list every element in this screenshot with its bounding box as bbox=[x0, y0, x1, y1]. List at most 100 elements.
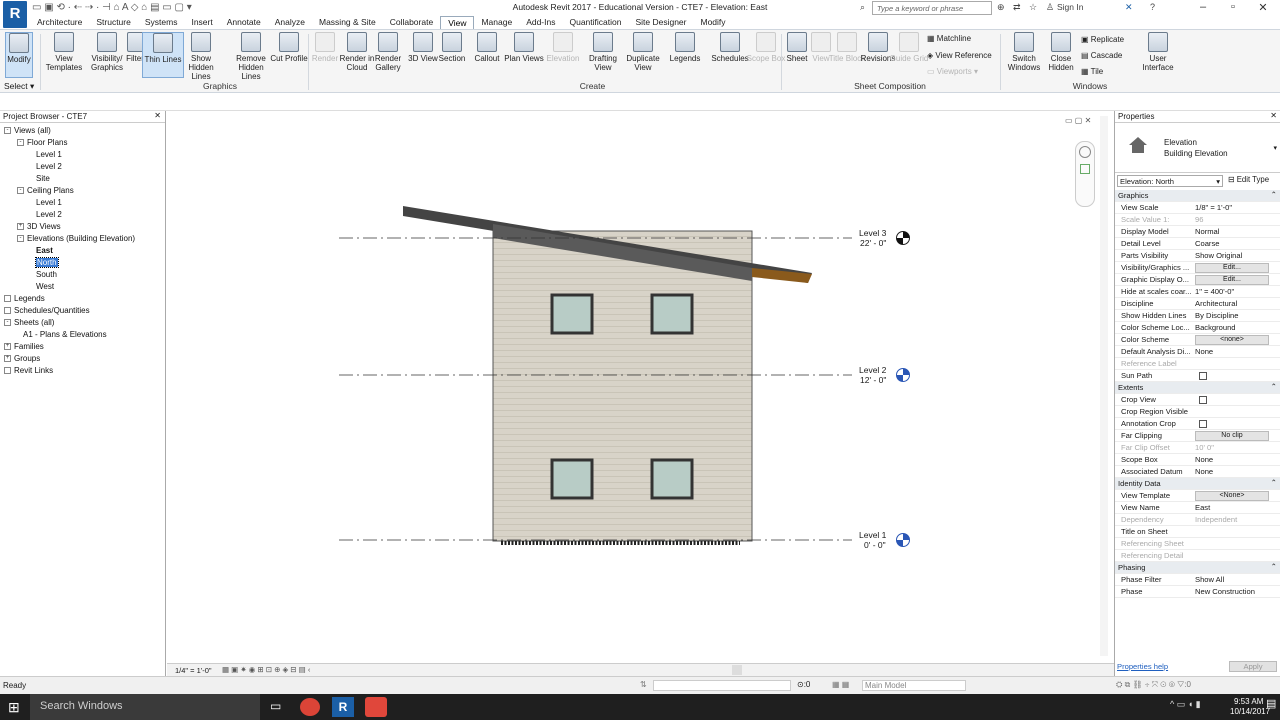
property-row-view-name[interactable]: View Name East bbox=[1115, 502, 1280, 514]
close-hidden-button[interactable]: Close Hidden bbox=[1040, 32, 1082, 78]
vertical-scrollbar[interactable] bbox=[1100, 116, 1108, 656]
star-icon[interactable]: ☆ bbox=[1029, 2, 1037, 13]
guide-grid-button[interactable]: Guide Grid bbox=[888, 32, 930, 78]
property-row-crop-view[interactable]: Crop View bbox=[1115, 394, 1280, 406]
app-taskbar-icon[interactable] bbox=[365, 697, 387, 717]
property-row-far-clip-offset[interactable]: Far Clip Offset 10' 0" bbox=[1115, 442, 1280, 454]
property-value[interactable]: Independent bbox=[1195, 515, 1237, 524]
property-row-referencing-sheet[interactable]: Referencing Sheet bbox=[1115, 538, 1280, 550]
property-row-sun-path[interactable]: Sun Path bbox=[1115, 370, 1280, 382]
search-icon[interactable]: ⌕ bbox=[860, 2, 865, 13]
tab-structure[interactable]: Structure bbox=[89, 16, 138, 29]
property-row-scope-box[interactable]: Scope Box None bbox=[1115, 454, 1280, 466]
level-1-name[interactable]: Level 1 bbox=[859, 530, 886, 540]
tab-manage[interactable]: Manage bbox=[474, 16, 519, 29]
property-row-default-analysis-di[interactable]: Default Analysis Di... None bbox=[1115, 346, 1280, 358]
collapse-icon[interactable]: ⌃ bbox=[1271, 478, 1277, 487]
chevron-down-icon[interactable]: ▾ bbox=[1273, 144, 1277, 152]
notification-icon[interactable]: ▤ bbox=[1266, 697, 1276, 710]
property-row-title-on-sheet[interactable]: Title on Sheet bbox=[1115, 526, 1280, 538]
instance-filter-dropdown[interactable]: Elevation: North ▾ bbox=[1117, 175, 1223, 187]
property-value[interactable]: 96 bbox=[1195, 215, 1203, 224]
matchline-button[interactable]: ▦ Matchline bbox=[927, 34, 971, 43]
property-group-graphics[interactable]: Graphics ⌃ bbox=[1115, 190, 1280, 202]
close-icon[interactable]: ✕ bbox=[154, 111, 161, 120]
chrome-icon[interactable] bbox=[300, 698, 320, 716]
tree-toggle-icon[interactable]: - bbox=[17, 187, 24, 195]
clock-time[interactable]: 9:53 AM bbox=[1234, 697, 1263, 706]
collapse-icon[interactable]: ⌃ bbox=[1271, 190, 1277, 199]
tab-modify[interactable]: Modify bbox=[694, 16, 733, 29]
level-1-elevation[interactable]: 0' - 0" bbox=[864, 540, 886, 550]
tab-annotate[interactable]: Annotate bbox=[220, 16, 268, 29]
level-2-elevation[interactable]: 12' - 0" bbox=[860, 375, 886, 385]
type-selector[interactable]: Elevation Building Elevation ▾ bbox=[1115, 124, 1280, 173]
tab-insert[interactable]: Insert bbox=[184, 16, 219, 29]
close-icon[interactable]: ✕ bbox=[1270, 111, 1277, 120]
thin-lines-button[interactable]: Thin Lines bbox=[142, 32, 184, 78]
property-row-reference-label[interactable]: Reference Label bbox=[1115, 358, 1280, 370]
collapse-icon[interactable]: ⌃ bbox=[1271, 562, 1277, 571]
property-row-referencing-detail[interactable]: Referencing Detail bbox=[1115, 550, 1280, 562]
sign-in-link[interactable]: Sign In bbox=[1057, 2, 1083, 12]
legends-button[interactable]: Legends bbox=[664, 32, 706, 78]
tree-item-3d-views[interactable]: +3D Views bbox=[17, 222, 61, 231]
tab-add-ins[interactable]: Add-Ins bbox=[519, 16, 562, 29]
tree-item-groups[interactable]: + Groups bbox=[4, 354, 40, 363]
replicate-button[interactable]: ▣ Replicate bbox=[1081, 35, 1124, 44]
property-row-crop-region-visible[interactable]: Crop Region Visible bbox=[1115, 406, 1280, 418]
property-checkbox[interactable] bbox=[1199, 420, 1207, 428]
windows-start-icon[interactable]: ⊞ bbox=[8, 699, 20, 716]
modify-button[interactable]: Modify bbox=[5, 32, 33, 78]
tree-item-south[interactable]: South bbox=[30, 270, 57, 279]
tab-view[interactable]: View bbox=[440, 16, 475, 29]
tree-item-views-all[interactable]: - Views (all) bbox=[4, 126, 51, 135]
property-group-extents[interactable]: Extents ⌃ bbox=[1115, 382, 1280, 394]
view-templates-button[interactable]: View Templates bbox=[43, 32, 85, 78]
property-checkbox[interactable] bbox=[1199, 372, 1207, 380]
remove-hidden-lines-button[interactable]: Remove Hidden Lines bbox=[230, 32, 272, 81]
search-input[interactable]: Type a keyword or phrase bbox=[872, 1, 992, 15]
tree-toggle-icon[interactable]: - bbox=[4, 127, 11, 135]
property-value[interactable]: 10' 0" bbox=[1195, 443, 1214, 452]
steering-wheel-icon[interactable] bbox=[1079, 146, 1091, 158]
zoom-icon[interactable] bbox=[1080, 164, 1090, 174]
property-row-color-scheme-loc[interactable]: Color Scheme Loc... Background bbox=[1115, 322, 1280, 334]
navigation-bar[interactable] bbox=[1075, 141, 1095, 207]
properties-help-link[interactable]: Properties help bbox=[1117, 662, 1168, 671]
switch-windows-button[interactable]: Switch Windows bbox=[1003, 32, 1045, 78]
tree-item-level-1[interactable]: Level 1 bbox=[30, 198, 62, 207]
user-interface-button[interactable]: User Interface bbox=[1140, 32, 1176, 78]
tab-quantification[interactable]: Quantification bbox=[562, 16, 628, 29]
tab-analyze[interactable]: Analyze bbox=[268, 16, 312, 29]
tile-button[interactable]: ▦ Tile bbox=[1081, 67, 1103, 76]
property-value-button[interactable]: Edit... bbox=[1195, 275, 1269, 285]
view-window-controls[interactable]: ▭ ▢ ✕ bbox=[1065, 116, 1091, 125]
tree-toggle-icon[interactable] bbox=[4, 295, 11, 303]
property-row-view-scale[interactable]: View Scale 1/8" = 1'-0" bbox=[1115, 202, 1280, 214]
tree-item-site[interactable]: Site bbox=[30, 174, 50, 183]
property-row-view-template[interactable]: View Template <None> bbox=[1115, 490, 1280, 502]
tree-item-west[interactable]: West bbox=[30, 282, 54, 291]
system-tray-icons[interactable]: ^ ▭ ◖ ▮ bbox=[1170, 699, 1201, 710]
close-window-button[interactable]: ✕ bbox=[1246, 1, 1280, 14]
property-value-button[interactable]: No clip bbox=[1195, 431, 1269, 441]
maximize-button[interactable]: ▫ bbox=[1216, 1, 1250, 13]
tree-item-legends[interactable]: Legends bbox=[4, 294, 45, 303]
taskbar-search-box[interactable]: Search Windows bbox=[30, 694, 260, 720]
property-value[interactable]: New Construction bbox=[1195, 587, 1255, 596]
property-group-identity-data[interactable]: Identity Data ⌃ bbox=[1115, 478, 1280, 490]
property-value[interactable]: Background bbox=[1195, 323, 1236, 332]
property-row-graphic-display-o[interactable]: Graphic Display O... Edit... bbox=[1115, 274, 1280, 286]
tree-toggle-icon[interactable]: - bbox=[17, 235, 24, 243]
property-row-dependency[interactable]: Dependency Independent bbox=[1115, 514, 1280, 526]
elevation-drawing[interactable] bbox=[167, 111, 1114, 663]
edit-type-button[interactable]: ⊟ Edit Type bbox=[1228, 175, 1269, 184]
tree-item-north[interactable]: North bbox=[30, 257, 59, 268]
selection-count[interactable]: ⊙:0 bbox=[797, 680, 810, 689]
tree-toggle-icon[interactable]: + bbox=[4, 343, 11, 351]
tree-item-revit-links[interactable]: Revit Links bbox=[4, 366, 53, 375]
revit-taskbar-icon[interactable]: R bbox=[332, 697, 354, 717]
property-row-annotation-crop[interactable]: Annotation Crop bbox=[1115, 418, 1280, 430]
property-value[interactable]: Coarse bbox=[1195, 239, 1219, 248]
